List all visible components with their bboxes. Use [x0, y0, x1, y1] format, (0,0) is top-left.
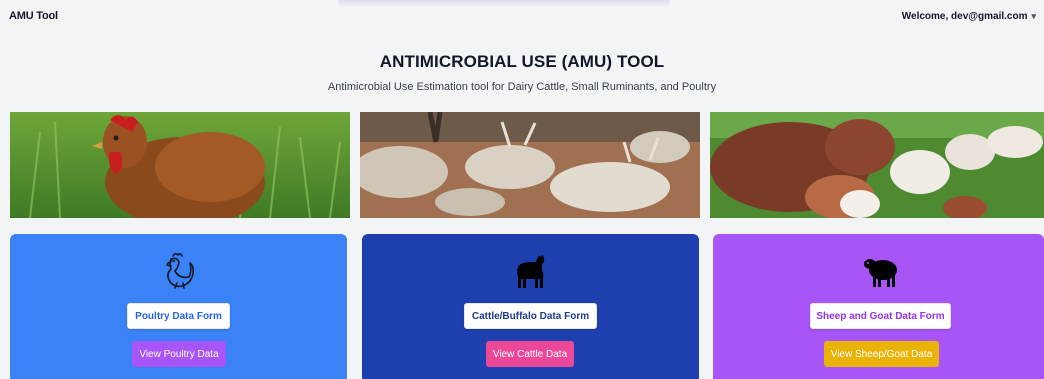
sheep-goat-form-button[interactable]: Sheep and Goat Data Form — [810, 303, 951, 329]
page-title: ANTIMICROBIAL USE (AMU) TOOL — [379, 52, 665, 71]
poultry-form-button[interactable]: Poultry Data Form — [127, 303, 230, 329]
chicken-icon — [159, 250, 199, 290]
cow-icon — [510, 250, 550, 290]
welcome-text: Welcome, dev@gmail.com — [901, 10, 1028, 22]
view-cattle-label: View Cattle Data — [492, 348, 568, 360]
top-navbar: AMU Tool Welcome, dev@gmail.com ▾ — [0, 0, 1044, 32]
view-sheep-goat-label: View Sheep/Goat Data — [830, 348, 933, 360]
cattle-form-button[interactable]: Cattle/Buffalo Data Form — [464, 303, 597, 329]
view-cattle-button[interactable]: View Cattle Data — [486, 341, 574, 367]
sheep-icon — [861, 250, 901, 290]
view-poultry-button[interactable]: View Poultry Data — [132, 341, 226, 367]
poultry-photo — [10, 112, 350, 218]
chevron-down-icon: ▾ — [1031, 10, 1036, 21]
cattle-photo — [360, 112, 700, 218]
page-subtitle: Antimicrobial Use Estimation tool for Da… — [327, 81, 717, 93]
cattle-form-label: Cattle/Buffalo Data Form — [471, 310, 590, 322]
sheep-goat-card: Sheep and Goat Data Form View Sheep/Goat… — [713, 234, 1044, 379]
poultry-form-label: Poultry Data Form — [135, 310, 222, 322]
goat-photo — [710, 112, 1044, 218]
view-sheep-goat-button[interactable]: View Sheep/Goat Data — [824, 341, 939, 367]
sheep-goat-form-label: Sheep and Goat Data Form — [816, 310, 945, 322]
poultry-card: Poultry Data Form View Poultry Data — [10, 234, 347, 379]
cattle-card: Cattle/Buffalo Data Form View Cattle Dat… — [362, 234, 699, 379]
user-menu[interactable]: Welcome, dev@gmail.com ▾ — [902, 11, 1036, 22]
view-poultry-label: View Poultry Data — [139, 348, 219, 360]
app-title[interactable]: AMU Tool — [9, 10, 58, 22]
